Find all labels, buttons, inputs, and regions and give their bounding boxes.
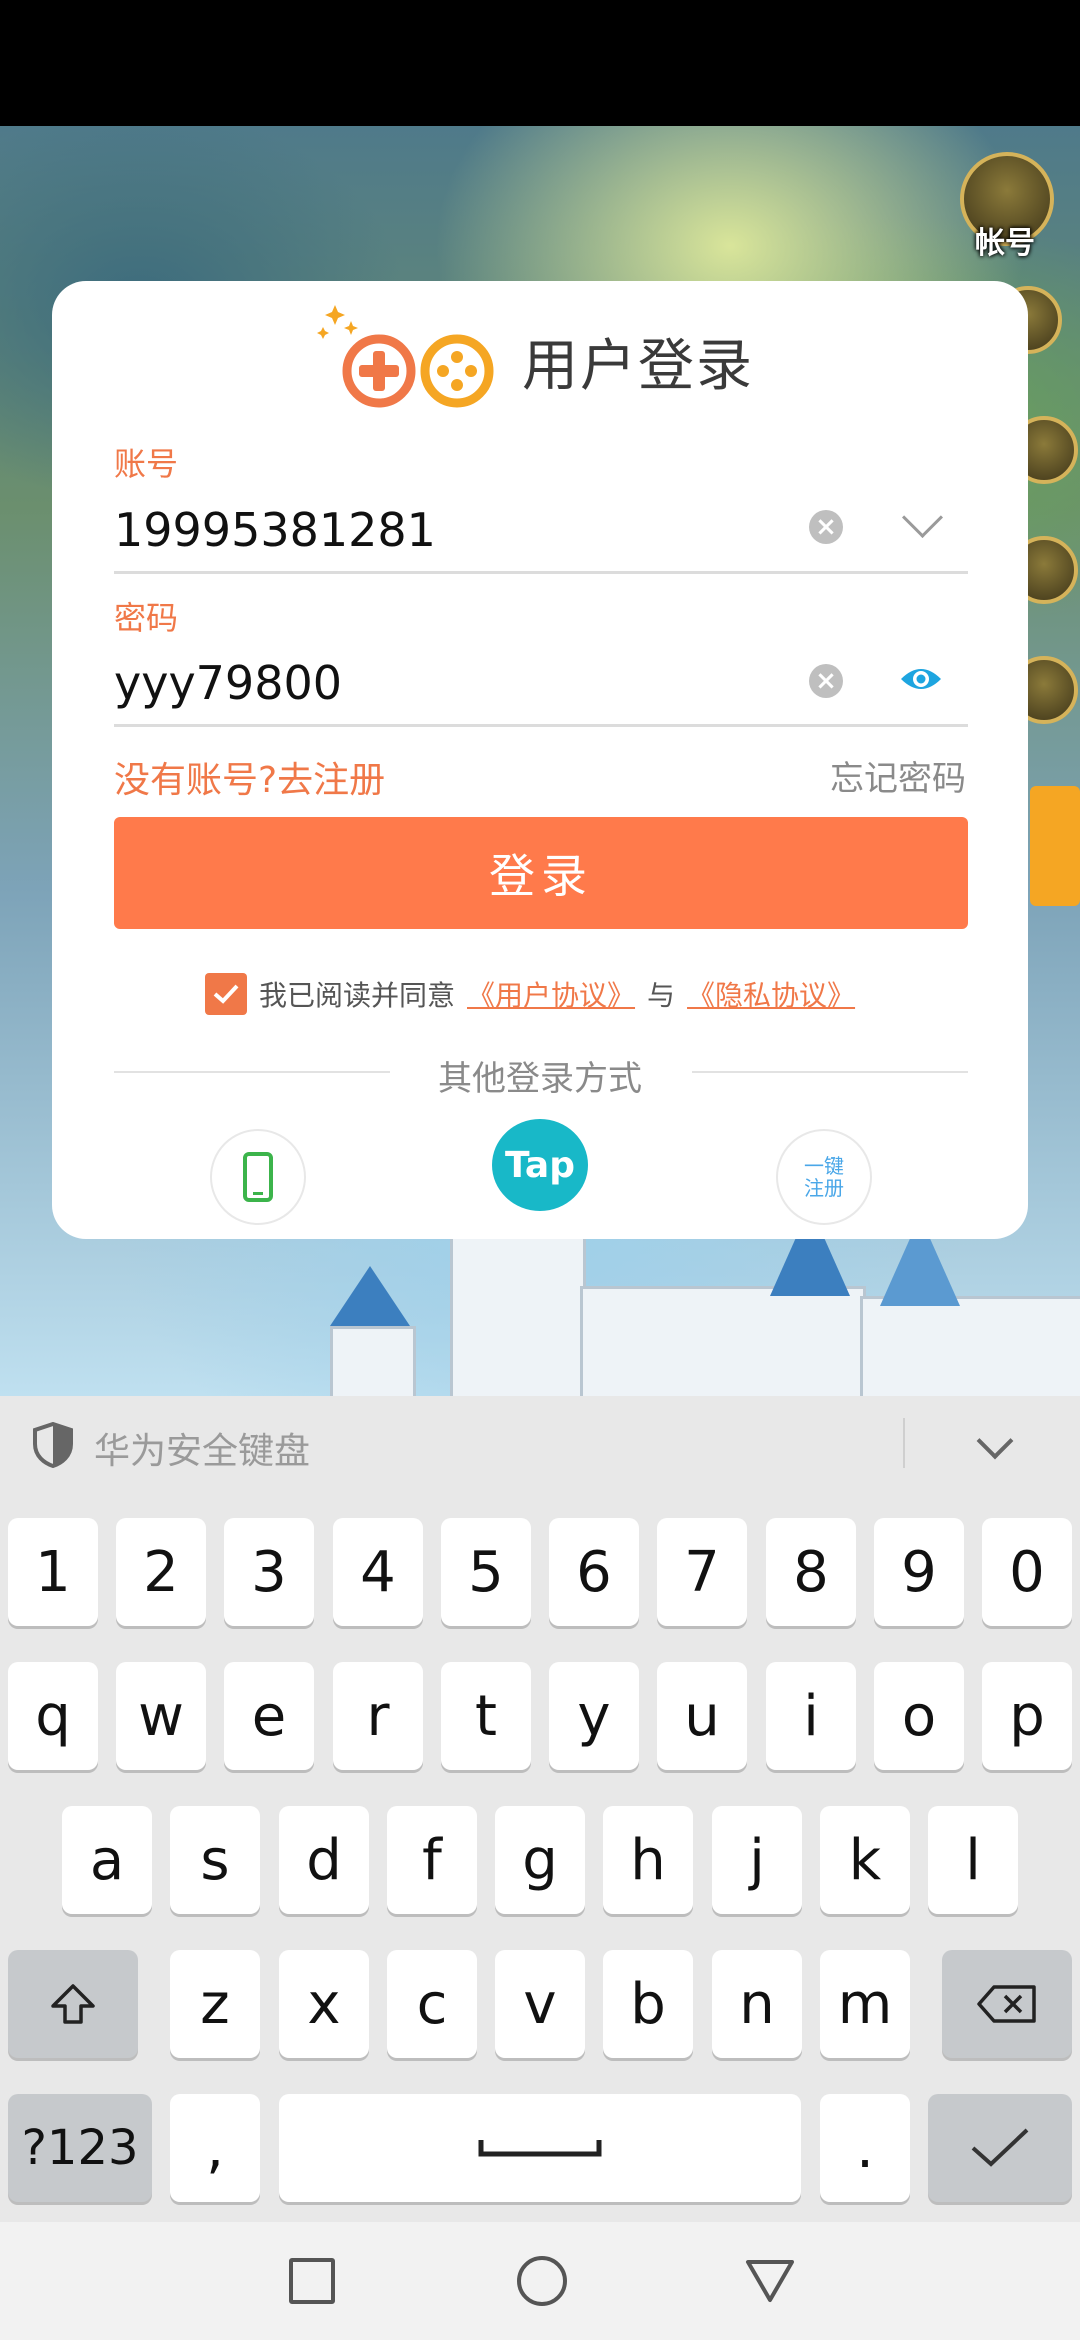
- side-promo-banner[interactable]: [1030, 786, 1080, 906]
- key-z[interactable]: z: [170, 1950, 260, 2058]
- key-6[interactable]: 6: [549, 1518, 639, 1626]
- account-label: 账号: [114, 445, 179, 483]
- recent-apps-icon[interactable]: [289, 2258, 335, 2304]
- key-u[interactable]: u: [657, 1662, 747, 1770]
- shift-key[interactable]: [8, 1950, 138, 2058]
- key-c[interactable]: c: [387, 1950, 477, 2058]
- account-input[interactable]: 19995381281: [114, 503, 436, 557]
- secure-keyboard: 华为安全键盘 1 2 3 4 5 6 7 8 9 0 q w e r t y u…: [0, 1396, 1080, 2222]
- agreement-text: 我已阅读并同意: [259, 979, 456, 1012]
- key-v[interactable]: v: [495, 1950, 585, 2058]
- key-f[interactable]: f: [387, 1806, 477, 1914]
- castle-wall: [580, 1286, 866, 1396]
- keyboard-title: 华为安全键盘: [94, 1431, 311, 1472]
- and-text: 与: [647, 979, 676, 1012]
- confirm-key[interactable]: [928, 2094, 1072, 2202]
- backspace-key[interactable]: [942, 1950, 1072, 2058]
- dialog-title: 用户登录: [522, 334, 754, 399]
- key-1[interactable]: 1: [8, 1518, 98, 1626]
- toolbar-separator: [903, 1418, 905, 1468]
- key-9[interactable]: 9: [874, 1518, 964, 1626]
- period-key[interactable]: .: [820, 2094, 910, 2202]
- system-navigation-bar: [0, 2222, 1080, 2340]
- key-w[interactable]: w: [116, 1662, 206, 1770]
- forgot-password-link[interactable]: 忘记密码: [830, 751, 966, 800]
- key-s[interactable]: s: [170, 1806, 260, 1914]
- account-dropdown-chevron-icon[interactable]: [901, 496, 944, 539]
- phone-login-button[interactable]: [210, 1129, 306, 1225]
- collapse-keyboard-chevron-icon[interactable]: [976, 1422, 1014, 1460]
- key-x[interactable]: x: [279, 1950, 369, 2058]
- castle-tower: [330, 1326, 416, 1396]
- castle-roof: [330, 1266, 410, 1326]
- shield-icon: [33, 1422, 73, 1468]
- key-o[interactable]: o: [874, 1662, 964, 1770]
- key-q[interactable]: q: [8, 1662, 98, 1770]
- one-key-register-label: 一键 注册: [804, 1154, 844, 1200]
- key-2[interactable]: 2: [116, 1518, 206, 1626]
- password-label: 密码: [114, 599, 179, 637]
- other-login-label: 其他登录方式: [438, 1059, 642, 1099]
- agreement-row: 我已阅读并同意 《用户协议》 与 《隐私协议》: [205, 971, 867, 1017]
- agreement-checkbox[interactable]: [205, 973, 247, 1015]
- register-link[interactable]: 没有账号?去注册: [114, 751, 385, 803]
- clear-account-icon[interactable]: ×: [809, 510, 843, 544]
- back-icon[interactable]: [744, 2258, 796, 2304]
- keyboard-toolbar: 华为安全键盘: [0, 1396, 1080, 1494]
- divider-right: [692, 1071, 968, 1073]
- key-m[interactable]: m: [820, 1950, 910, 2058]
- key-j[interactable]: j: [712, 1806, 802, 1914]
- key-n[interactable]: n: [712, 1950, 802, 2058]
- key-y[interactable]: y: [549, 1662, 639, 1770]
- password-underline: [114, 724, 968, 727]
- status-bar: [0, 0, 1080, 126]
- login-button[interactable]: 登录: [114, 817, 968, 929]
- clear-password-icon[interactable]: ×: [809, 664, 843, 698]
- key-p[interactable]: p: [982, 1662, 1072, 1770]
- key-g[interactable]: g: [495, 1806, 585, 1914]
- space-key[interactable]: [279, 2094, 801, 2202]
- key-4[interactable]: 4: [333, 1518, 423, 1626]
- account-side-label: 帐号: [975, 226, 1035, 261]
- space-bar-icon: [478, 2140, 602, 2157]
- shift-arrow-icon: [51, 1984, 95, 2024]
- one-key-register-button[interactable]: 一键 注册: [776, 1129, 872, 1225]
- privacy-policy-link[interactable]: 《隐私协议》: [687, 974, 855, 1014]
- checkmark-icon: [971, 2128, 1029, 2167]
- backspace-icon: [977, 1985, 1036, 2023]
- key-a[interactable]: a: [62, 1806, 152, 1914]
- user-agreement-link[interactable]: 《用户协议》: [467, 974, 635, 1014]
- show-password-eye-icon[interactable]: [899, 662, 943, 696]
- key-h[interactable]: h: [603, 1806, 693, 1914]
- key-8[interactable]: 8: [766, 1518, 856, 1626]
- game-center-logo: [317, 305, 494, 408]
- key-r[interactable]: r: [333, 1662, 423, 1770]
- key-e[interactable]: e: [224, 1662, 314, 1770]
- key-5[interactable]: 5: [441, 1518, 531, 1626]
- key-k[interactable]: k: [820, 1806, 910, 1914]
- login-dialog: 用户登录 账号 19995381281 × 密码 yyy79800 × 没有账号…: [52, 281, 1028, 1239]
- checkmark-icon: [213, 984, 239, 1004]
- key-t[interactable]: t: [441, 1662, 531, 1770]
- mobile-phone-icon: [243, 1152, 273, 1202]
- castle-wing: [860, 1296, 1080, 1396]
- password-input[interactable]: yyy79800: [114, 656, 342, 710]
- comma-key[interactable]: ,: [170, 2094, 260, 2202]
- key-i[interactable]: i: [766, 1662, 856, 1770]
- key-b[interactable]: b: [603, 1950, 693, 2058]
- key-0[interactable]: 0: [982, 1518, 1072, 1626]
- account-underline: [114, 571, 968, 574]
- key-3[interactable]: 3: [224, 1518, 314, 1626]
- key-l[interactable]: l: [928, 1806, 1018, 1914]
- key-7[interactable]: 7: [657, 1518, 747, 1626]
- symbols-key[interactable]: ?123: [8, 2094, 152, 2202]
- home-icon[interactable]: [517, 2256, 567, 2306]
- taptap-login-button[interactable]: Tap: [492, 1119, 588, 1211]
- key-d[interactable]: d: [279, 1806, 369, 1914]
